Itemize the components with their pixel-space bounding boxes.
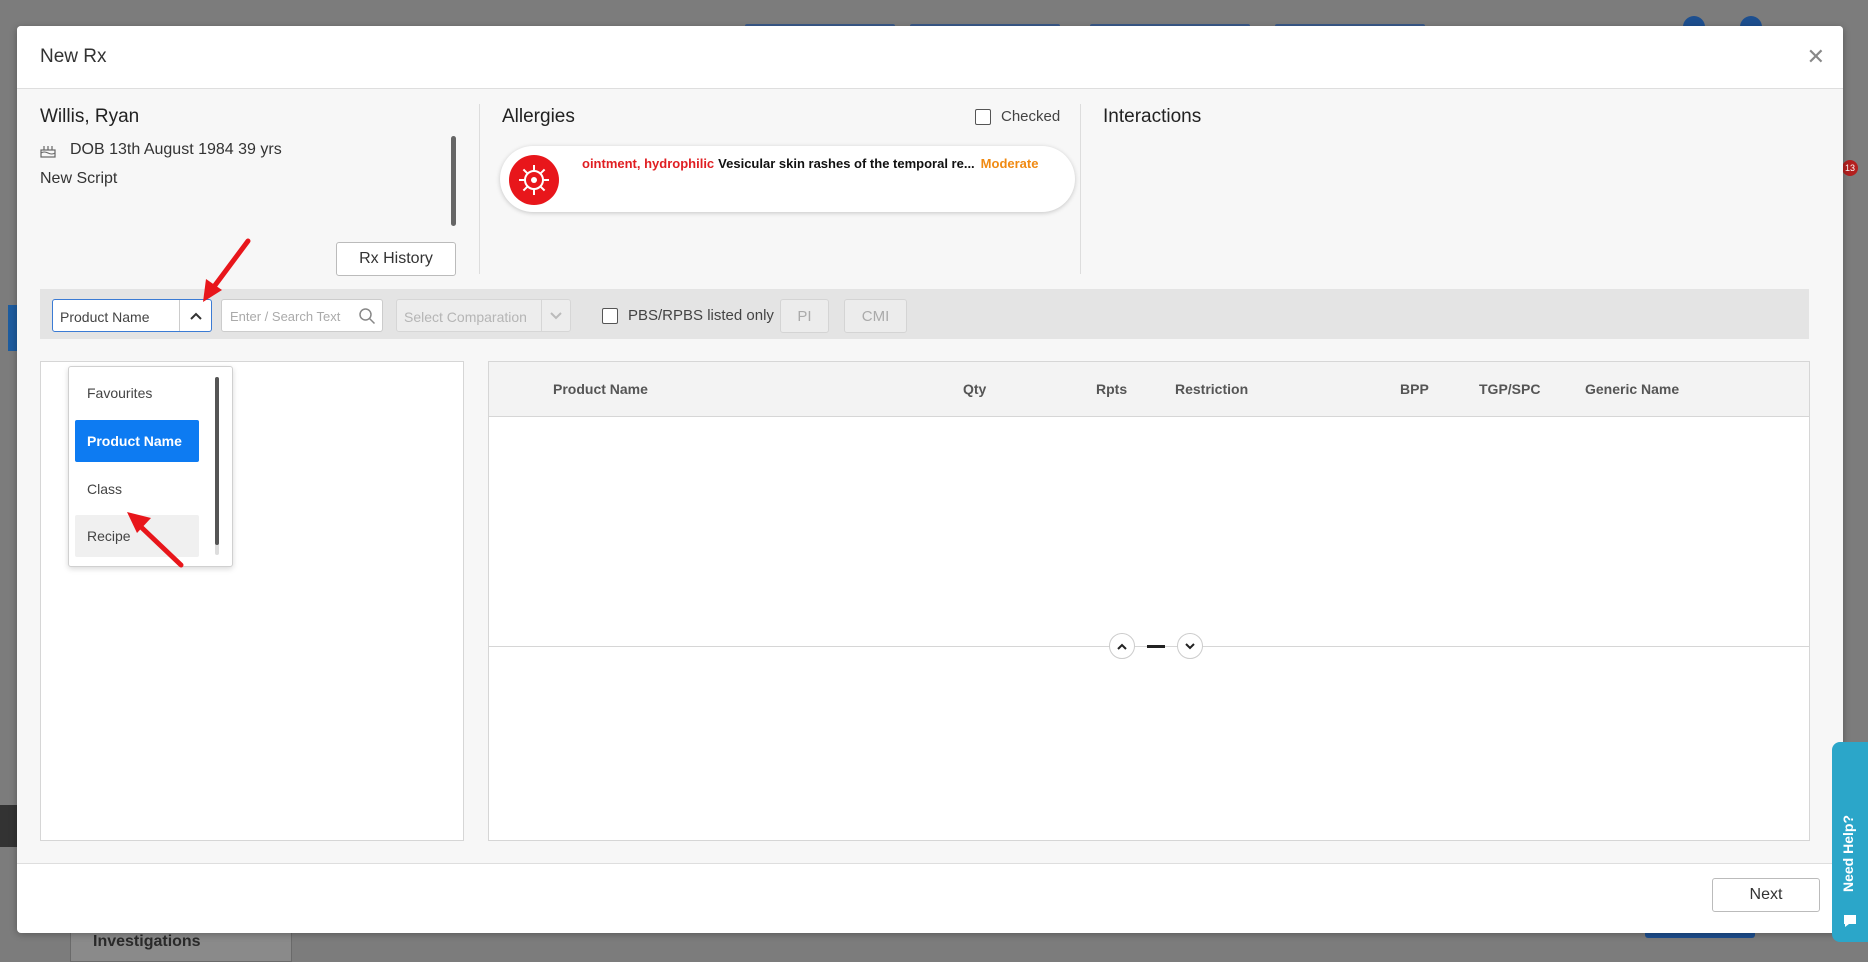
column-header-restriction[interactable]: Restriction: [1175, 381, 1248, 397]
interactions-title: Interactions: [1103, 106, 1202, 127]
search-icon[interactable]: [358, 307, 376, 325]
chevron-up-icon[interactable]: [179, 300, 211, 331]
column-header-product-name[interactable]: Product Name: [553, 381, 648, 397]
close-icon[interactable]: ✕: [1807, 44, 1825, 70]
dropdown-scrollbar-thumb[interactable]: [215, 377, 219, 545]
patient-scrollbar[interactable]: [451, 136, 456, 226]
allergy-substance: ointment, hydrophilic: [582, 156, 715, 171]
search-toolbar: Product Name Select Comparation PBS/RPBS…: [40, 289, 1809, 339]
chat-icon: [1844, 915, 1856, 927]
column-header-tgp-spc[interactable]: TGP/SPC: [1479, 381, 1540, 397]
patient-name: Willis, Ryan: [40, 106, 140, 127]
section-divider: [479, 104, 480, 274]
splitter-handle[interactable]: [1147, 644, 1165, 648]
comparison-select[interactable]: Select Comparation: [396, 299, 571, 332]
chevron-down-icon: [541, 300, 570, 331]
script-type: New Script: [40, 170, 118, 187]
pbs-filter-checkbox[interactable]: [602, 307, 618, 324]
rx-history-button[interactable]: Rx History: [336, 242, 456, 276]
column-header-rpts[interactable]: Rpts: [1096, 381, 1127, 397]
allergy-card[interactable]: ointment, hydrophilic Vesicular skin rash…: [500, 146, 1075, 212]
birthday-cake-icon: [40, 146, 56, 158]
chevron-up-icon[interactable]: [1109, 633, 1135, 659]
allergy-hazard-icon: [509, 155, 559, 205]
allergies-checked-checkbox[interactable]: [975, 108, 991, 125]
chevron-down-icon[interactable]: [1177, 633, 1203, 659]
pbs-filter-toggle[interactable]: PBS/RPBS listed only: [602, 307, 774, 324]
grid-splitter: [1109, 633, 1203, 659]
pbs-filter-label: PBS/RPBS listed only: [628, 307, 774, 324]
patient-dob: DOB 13th August 1984 39 yrs: [70, 141, 282, 158]
allergy-description: ointment, hydrophilic Vesicular skin rash…: [582, 156, 1038, 171]
background-notification-badge: 13: [1842, 160, 1858, 176]
patient-dob-row: DOB 13th August 1984 39 yrs: [40, 141, 282, 159]
allergy-reaction: Vesicular skin rashes of the temporal re…: [718, 156, 975, 171]
dropdown-option-class[interactable]: Class: [75, 468, 199, 510]
section-divider: [1080, 104, 1081, 274]
next-button[interactable]: Next: [1712, 878, 1820, 912]
modal-title: New Rx: [40, 46, 107, 67]
comparison-placeholder: Select Comparation: [404, 309, 527, 325]
allergies-title: Allergies: [502, 106, 575, 127]
new-rx-modal: New Rx ✕ Willis, Ryan DOB 13th August 19…: [17, 26, 1843, 933]
allergy-severity: Moderate: [980, 156, 1039, 171]
column-header-generic-name[interactable]: Generic Name: [1585, 381, 1679, 397]
need-help-tab[interactable]: Need Help?: [1832, 742, 1868, 942]
grid-header: Product Name Qty Rpts Restriction BPP TG…: [489, 362, 1809, 417]
cmi-button[interactable]: CMI: [844, 299, 907, 333]
search-input[interactable]: [228, 305, 354, 327]
column-header-bpp[interactable]: BPP: [1400, 381, 1429, 397]
grid-body: [489, 417, 1809, 647]
dropdown-option-favourites[interactable]: Favourites: [75, 372, 199, 414]
need-help-label: Need Help?: [1840, 814, 1856, 892]
search-field[interactable]: [221, 299, 383, 332]
allergies-checked-label: Checked: [1001, 108, 1061, 125]
background-side-handle: [0, 805, 18, 847]
background-tab-label: Investigations: [93, 933, 201, 950]
dropdown-option-recipe[interactable]: Recipe: [75, 515, 199, 557]
modal-header: New Rx ✕: [17, 26, 1843, 89]
search-by-value: Product Name: [60, 309, 150, 325]
search-by-select[interactable]: Product Name: [52, 299, 212, 332]
search-by-dropdown: Favourites Product Name Class Recipe: [68, 366, 233, 567]
column-header-qty[interactable]: Qty: [963, 381, 986, 397]
modal-footer: Next: [17, 863, 1843, 933]
allergies-checked-toggle[interactable]: Checked: [975, 108, 1060, 125]
pi-button[interactable]: PI: [780, 299, 829, 333]
product-grid: Product Name Qty Rpts Restriction BPP TG…: [488, 361, 1810, 841]
dropdown-option-product-name[interactable]: Product Name: [75, 420, 199, 462]
